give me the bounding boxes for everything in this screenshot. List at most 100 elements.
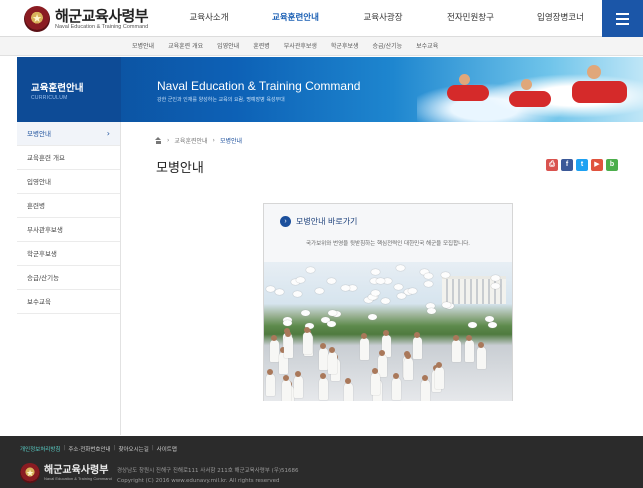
cadet-face — [436, 362, 442, 368]
footer-logo-title: 해군교육사령부 — [44, 465, 109, 476]
cadet-figure — [284, 336, 293, 358]
thrown-cap — [408, 288, 417, 294]
subnav-item[interactable]: 교육훈련 개요 — [161, 37, 210, 56]
footer-link-sitemap[interactable]: 사이트맵 — [157, 445, 177, 453]
subnav-item[interactable]: 보수교육 — [409, 37, 445, 56]
banner-title: Naval Education & Training Command — [157, 79, 361, 93]
side-nav-item[interactable]: 훈련병 — [17, 194, 120, 218]
cadet-face — [345, 378, 351, 384]
thrown-cap — [376, 278, 385, 284]
site-footer: 개인정보처리방침 | 주소·전화번호안내 | 찾아오시는길 | 사이트맵 해군교… — [0, 436, 643, 488]
cadet-face — [453, 335, 459, 341]
side-nav-item[interactable]: 부사관후보생 — [17, 218, 120, 242]
youtube-icon[interactable]: ▶ — [591, 159, 603, 171]
footer-link-privacy[interactable]: 개인정보처리방침 — [20, 445, 60, 453]
global-nav: 교육사소개 교육훈련안내 교육사광장 전자민원창구 입영장병코너 — [170, 0, 603, 37]
thrown-cap — [327, 321, 336, 327]
thrown-cap — [397, 293, 406, 299]
cadet-figure — [294, 376, 303, 398]
cadet-face — [405, 353, 411, 359]
cadet-face — [478, 342, 484, 348]
blog-icon[interactable]: b — [606, 159, 618, 171]
side-nav-item[interactable]: 승급/산기능 — [17, 266, 120, 290]
subnav-item[interactable]: 모병안내 — [125, 37, 161, 56]
twitter-icon[interactable]: t — [576, 159, 588, 171]
subnav-item[interactable]: 입영안내 — [210, 37, 246, 56]
breadcrumb-item[interactable]: 교육훈련안내 — [174, 136, 207, 145]
thrown-cap — [283, 320, 292, 326]
gnb-item-civil[interactable]: 전자민원창구 — [423, 0, 518, 37]
thrown-cap — [301, 310, 310, 316]
thrown-cap — [315, 288, 324, 294]
thrown-cap — [293, 291, 302, 297]
cadet-figure — [319, 378, 328, 400]
card-description: 국가보위와 번영을 뒷받침하는 핵심전력인 대한민국 해군을 모집합니다. — [305, 241, 471, 247]
cadet-face — [414, 332, 420, 338]
footer-logo-subtitle: Naval Education & Training Command — [44, 476, 112, 481]
recruit-shortcut-link[interactable]: › 모병안내 바로가기 — [280, 216, 357, 227]
site-logo[interactable]: 해군교육사령부 Naval Education & Training Comma… — [24, 4, 149, 34]
logo-title: 해군교육사령부 — [55, 6, 149, 25]
cadet-figure — [477, 347, 486, 369]
side-nav-item[interactable]: 보수교육 — [17, 290, 120, 314]
gnb-item-about[interactable]: 교육사소개 — [170, 0, 248, 37]
thrown-cap — [424, 281, 433, 287]
cadet-figure — [360, 338, 369, 360]
cadet-face — [393, 373, 399, 379]
sub-nav: 모병안내 교육훈련 개요 입영안내 훈련병 부사관후보생 학군후보생 승급/산기… — [0, 37, 643, 56]
cadet-face — [361, 333, 367, 339]
subnav-item[interactable]: 훈련병 — [246, 37, 277, 56]
side-nav-item-recruit[interactable]: 모병안내 › — [17, 122, 120, 146]
side-nav-item[interactable]: 교육훈련 개요 — [17, 146, 120, 170]
footer-link-contact[interactable]: 주소·전화번호안내 — [68, 445, 110, 453]
banner-section-title: 교육훈련안내 — [31, 83, 84, 94]
thrown-cap — [381, 298, 390, 304]
gnb-item-training[interactable]: 교육훈련안내 — [248, 0, 343, 37]
footer-link-directions[interactable]: 찾아오시는길 — [118, 445, 148, 453]
swimmer-figure — [447, 85, 489, 101]
cadet-figure — [404, 358, 413, 380]
footer-logo-text: 해군교육사령부 Naval Education & Training Comma… — [44, 465, 112, 481]
cadet-figure — [435, 367, 444, 389]
cadet-face — [466, 335, 472, 341]
logo-text: 해군교육사령부 Naval Education & Training Comma… — [55, 6, 149, 31]
thrown-cap — [396, 265, 405, 271]
hamburger-menu-button[interactable] — [602, 0, 643, 37]
site-header: 해군교육사령부 Naval Education & Training Comma… — [0, 0, 643, 37]
cadet-figure — [421, 380, 430, 401]
side-nav-label: 모병안내 — [27, 130, 51, 138]
footer-separator: | — [113, 445, 116, 451]
page-title: 모병안내 — [156, 161, 204, 176]
thrown-cap — [424, 273, 433, 279]
gnb-item-recruit-corner[interactable]: 입영장병코너 — [518, 0, 603, 37]
thrown-cap — [275, 289, 284, 295]
swimmer-head — [521, 79, 532, 90]
cadet-face — [383, 330, 389, 336]
banner-section-subtitle: CURRICULUM — [31, 95, 68, 101]
banner-section-label: 교육훈련안내 CURRICULUM — [17, 57, 121, 122]
swimmer-head — [459, 74, 470, 85]
gnb-item-plaza[interactable]: 교육사광장 — [343, 0, 423, 37]
print-icon[interactable]: ⎙ — [546, 159, 558, 171]
facebook-icon[interactable]: f — [561, 159, 573, 171]
subnav-item[interactable]: 학군후보생 — [324, 37, 366, 56]
subnav-item[interactable]: 승급/산기능 — [366, 37, 410, 56]
thrown-cap — [485, 316, 494, 322]
cadet-figure — [266, 374, 275, 396]
side-nav-item[interactable]: 입영안내 — [17, 170, 120, 194]
cadet-face — [304, 327, 310, 333]
swimmer-figure — [509, 91, 551, 107]
cadet-figure — [344, 383, 353, 401]
cadet-face — [285, 331, 291, 337]
cadet-figure — [303, 332, 312, 354]
breadcrumb-separator: › — [167, 137, 170, 144]
breadcrumb-current: 모병안내 — [219, 138, 243, 145]
cadet-figure — [270, 340, 279, 362]
subnav-item[interactable]: 부사관후보생 — [277, 37, 324, 56]
home-icon[interactable] — [155, 137, 162, 144]
footer-links: 개인정보처리방침 | 주소·전화번호안내 | 찾아오시는길 | 사이트맵 — [20, 445, 177, 453]
thrown-cap — [327, 278, 336, 284]
card-title: 모병안내 바로가기 — [296, 217, 358, 226]
side-nav-item[interactable]: 학군후보생 — [17, 242, 120, 266]
thrown-cap — [491, 275, 500, 281]
